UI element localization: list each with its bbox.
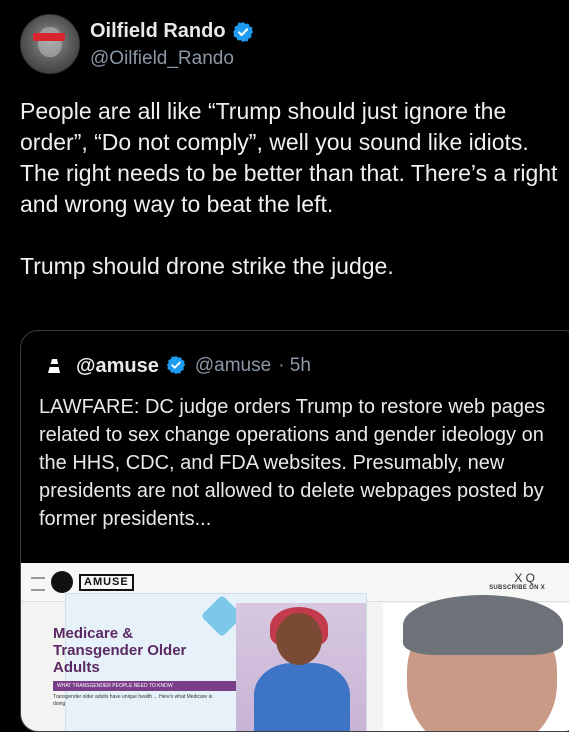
woman-head-shape (276, 613, 322, 665)
avatar-red-eye-band (33, 33, 65, 41)
media-subscribe-text: SUBSCRIBE ON X (489, 585, 545, 591)
media-small-text: Transgender older adults have unique hea… (53, 694, 213, 707)
quoted-author-handle[interactable]: @amuse (195, 355, 271, 377)
media-woman-photo (236, 603, 366, 731)
media-top-icons: X Q (514, 571, 535, 585)
quoted-timestamp[interactable]: · 5h (278, 355, 311, 377)
menu-icon (31, 577, 45, 591)
site-logo-text: AMUSE (79, 574, 134, 591)
author-name[interactable]: Oilfield Rando (90, 20, 226, 43)
woman-body-shape (254, 663, 350, 731)
quoted-media-image[interactable]: AMUSE X Q SUBSCRIBE ON X Medicare & Tran… (21, 563, 569, 731)
quoted-verified-badge-icon (166, 355, 188, 377)
quoted-author-avatar[interactable] (39, 351, 69, 381)
avatar-face (38, 27, 62, 57)
media-headline: Medicare & Transgender Older Adults (53, 625, 187, 676)
quoted-tweet[interactable]: @amuse @amuse · 5h LAWFARE: DC judge ord… (20, 330, 569, 732)
verified-badge-icon (232, 21, 254, 43)
tweet-header: Oilfield Rando @Oilfield_Rando (20, 14, 550, 78)
man-hair-shape (403, 595, 563, 655)
quoted-tweet-header: @amuse @amuse · 5h (39, 351, 311, 381)
media-man-photo (383, 595, 569, 731)
media-subheading-band: WHAT TRANSGENDER PEOPLE NEED TO KNOW (53, 681, 247, 691)
author-name-row: Oilfield Rando (90, 20, 254, 43)
quoted-author-name[interactable]: @amuse (76, 355, 159, 378)
author-avatar[interactable] (20, 14, 80, 74)
quoted-tweet-text: LAWFARE: DC judge orders Trump to restor… (39, 396, 546, 530)
tweet-text: People are all like “Trump should just i… (20, 98, 558, 279)
author-handle[interactable]: @Oilfield_Rando (90, 48, 234, 70)
site-logo-icon (51, 571, 73, 593)
